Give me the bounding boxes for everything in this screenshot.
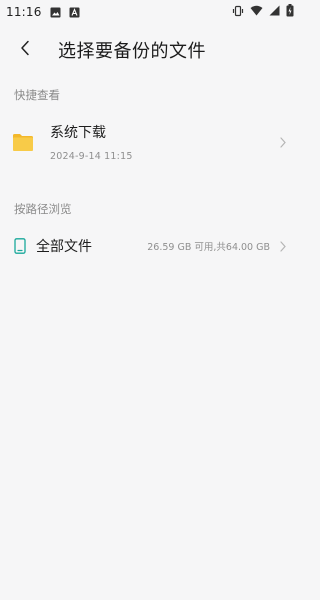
vibrate-icon [232, 5, 244, 20]
chevron-right-icon [278, 135, 288, 149]
phone-icon [14, 238, 26, 254]
battery-charging-icon [286, 4, 294, 20]
folder-icon [12, 131, 34, 153]
chevron-left-icon[interactable] [20, 40, 30, 60]
image-icon [50, 7, 61, 18]
status-right [232, 4, 294, 20]
quick-item-name: 系统下载 [50, 125, 106, 141]
storage-info: 26.59 GB 可用,共64.00 GB [147, 242, 270, 253]
quick-view-section-title: 快捷查看 [14, 88, 60, 102]
quick-item-text: 系统下载 2024-9-14 11:15 [50, 122, 133, 162]
signal-icon [269, 5, 280, 19]
page-title: 选择要备份的文件 [58, 41, 206, 62]
all-files-item[interactable]: 全部文件 26.59 GB 可用,共64.00 GB [0, 219, 300, 273]
status-bar: 11:16 [0, 0, 300, 24]
status-left: 11:16 [6, 5, 80, 19]
header: 选择要备份的文件 [0, 24, 300, 76]
quick-item-system-download[interactable]: 系统下载 2024-9-14 11:15 [0, 105, 300, 179]
chevron-right-icon [278, 239, 288, 253]
text-a-icon [69, 7, 80, 18]
quick-item-time: 2024-9-14 11:15 [50, 151, 133, 162]
browse-by-path-section-title: 按路径浏览 [14, 202, 72, 216]
back-button[interactable] [14, 39, 36, 61]
status-time: 11:16 [6, 5, 42, 19]
all-files-label: 全部文件 [36, 239, 92, 255]
wifi-icon [250, 5, 263, 19]
